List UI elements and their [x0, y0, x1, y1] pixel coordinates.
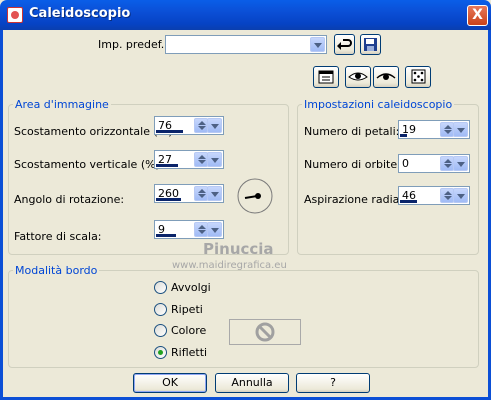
chevron-down-icon	[198, 126, 206, 130]
radio-ripeti[interactable]	[154, 303, 167, 316]
chevron-down-icon[interactable]	[453, 188, 468, 203]
rotation-dial-graphic	[237, 178, 273, 214]
scale-label: Fattore di scala:	[14, 230, 102, 243]
chevron-down-icon	[444, 130, 452, 134]
rotation-label: Angolo di rotazione:	[14, 193, 125, 206]
cancel-button[interactable]: Annulla	[215, 373, 289, 393]
orbits-value: 0	[402, 157, 409, 170]
chevron-down-icon	[198, 160, 206, 164]
v-offset-spinner[interactable]: 27	[154, 150, 224, 169]
spin-updown[interactable]	[194, 222, 208, 237]
preview-toggle-button[interactable]	[313, 66, 339, 88]
chevron-up-icon	[198, 155, 206, 159]
preset-label: Imp. predef.:	[98, 38, 168, 51]
spin-updown[interactable]	[440, 122, 454, 137]
petals-level-bar	[400, 134, 407, 137]
eye-icon	[376, 73, 396, 80]
ok-button[interactable]: OK	[133, 373, 207, 393]
chevron-down-icon[interactable]	[453, 156, 468, 171]
chevron-down-icon[interactable]	[207, 152, 222, 167]
dice-icon	[411, 69, 426, 84]
scale-spinner[interactable]: 9	[154, 220, 224, 239]
radio-label: Rifletti	[171, 346, 208, 359]
spin-updown[interactable]	[440, 188, 454, 203]
orbits-spinner[interactable]: 0	[398, 154, 470, 173]
randomize-button[interactable]	[405, 66, 431, 88]
chevron-up-icon	[198, 189, 206, 193]
chevron-down-icon[interactable]	[453, 122, 468, 137]
radial-label: Aspirazione radiale:	[304, 193, 413, 206]
chevron-up-icon	[444, 191, 452, 195]
kaleido-settings-group-title: Impostazioni caleidoscopio	[302, 98, 455, 111]
window-title: Caleidoscopio	[29, 6, 131, 21]
radio-label: Ripeti	[171, 303, 203, 316]
close-button[interactable]: X	[467, 5, 488, 26]
chevron-down-icon	[198, 230, 206, 234]
save-preset-button[interactable]	[360, 34, 381, 55]
image-area-group-title: Area d'immagine	[13, 98, 111, 111]
border-option-reflect[interactable]: Rifletti	[154, 345, 254, 361]
h-offset-level-bar	[156, 130, 183, 133]
radio-label: Avvolgi	[171, 281, 211, 294]
radio-rifletti[interactable]	[154, 346, 167, 359]
radio-label: Colore	[171, 324, 207, 337]
radio-avvolgi[interactable]	[154, 281, 167, 294]
h-offset-label: Scostamento orizzontale (%):	[14, 125, 177, 138]
border-option-repeat[interactable]: Ripeti	[154, 302, 254, 318]
border-mode-group-title: Modalità bordo	[13, 264, 100, 277]
eye-toggle-button[interactable]	[373, 66, 399, 88]
color-swatch[interactable]	[229, 319, 301, 345]
radio-colore[interactable]	[154, 324, 167, 337]
eye-icon	[348, 72, 368, 81]
chevron-down-icon	[444, 196, 452, 200]
help-button[interactable]: ?	[296, 373, 370, 393]
chevron-down-icon[interactable]	[207, 186, 222, 201]
v-offset-label: Scostamento verticale (%):	[14, 158, 164, 171]
radial-level-bar	[400, 200, 417, 203]
rotation-dial[interactable]	[236, 177, 274, 215]
petals-spinner[interactable]: 19	[398, 120, 470, 139]
petals-label: Numero di petali:	[304, 125, 400, 138]
rotation-level-bar	[156, 198, 181, 201]
spin-updown[interactable]	[194, 118, 208, 133]
scale-level-bar	[156, 234, 176, 237]
no-color-icon	[255, 322, 275, 342]
chevron-up-icon	[444, 159, 452, 163]
radial-spinner[interactable]: 46	[398, 186, 470, 205]
eye-preview-button[interactable]	[345, 66, 371, 88]
preset-combo[interactable]	[165, 35, 327, 54]
floppy-disk-icon	[364, 38, 377, 51]
chevron-down-icon	[198, 194, 206, 198]
chevron-up-icon	[198, 225, 206, 229]
border-option-wrap[interactable]: Avvolgi	[154, 280, 254, 296]
undo-arrow-icon	[337, 39, 352, 50]
h-offset-spinner[interactable]: 76	[154, 116, 224, 135]
chevron-up-icon	[444, 125, 452, 129]
rotation-spinner[interactable]: 260	[154, 184, 224, 203]
spin-updown[interactable]	[194, 152, 208, 167]
chevron-down-icon[interactable]	[310, 37, 325, 52]
window-preview-icon	[318, 70, 334, 84]
spin-updown[interactable]	[194, 186, 208, 201]
spin-updown[interactable]	[440, 156, 454, 171]
watermark-name: Pinuccia	[203, 240, 274, 258]
chevron-down-icon[interactable]	[207, 118, 222, 133]
border-option-color[interactable]: Colore	[154, 323, 224, 339]
app-icon	[7, 7, 23, 23]
chevron-up-icon	[198, 121, 206, 125]
orbits-label: Numero di orbite:	[304, 158, 401, 171]
chevron-down-icon	[444, 164, 452, 168]
v-offset-level-bar	[156, 164, 178, 167]
chevron-down-icon[interactable]	[207, 222, 222, 237]
reset-preset-button[interactable]	[334, 34, 355, 55]
